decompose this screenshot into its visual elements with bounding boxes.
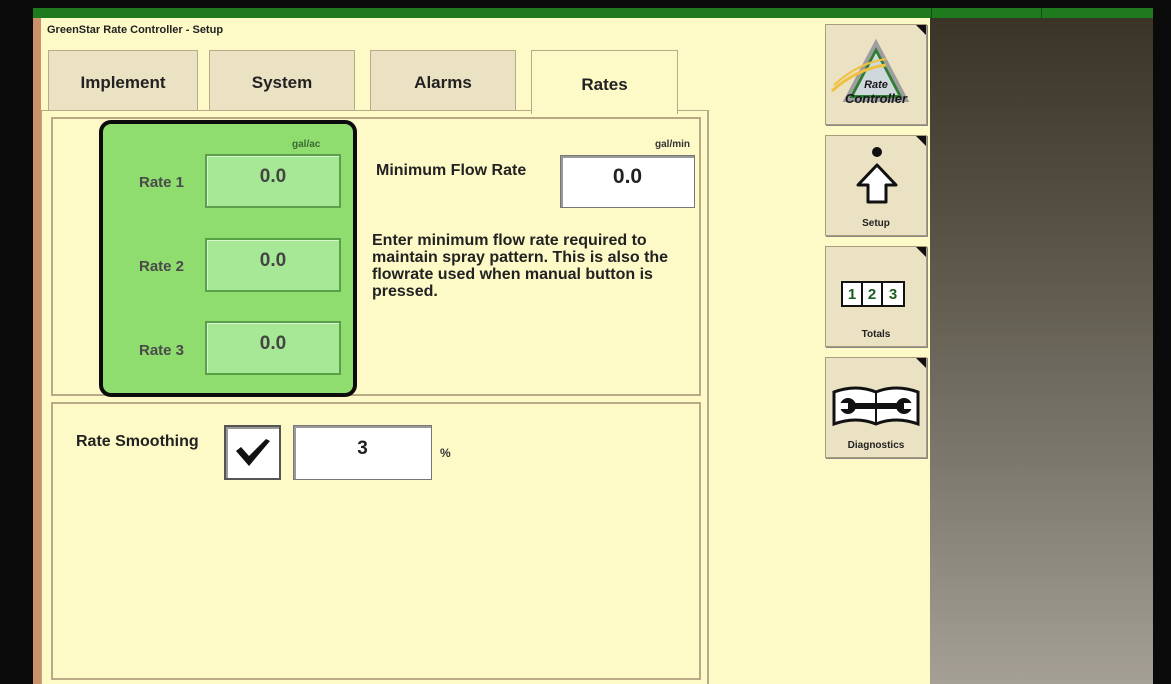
setup-button-label: Setup <box>862 218 890 229</box>
display-screen: GreenStar Rate Controller - Setup Implem… <box>0 0 1171 684</box>
rate-smoothing-unit: % <box>440 446 451 460</box>
svg-text:Rate: Rate <box>864 79 888 91</box>
status-bar-divider <box>1041 8 1042 18</box>
top-status-bar <box>33 8 1153 18</box>
tab-implement[interactable]: Implement <box>48 50 198 110</box>
right-frame <box>1153 0 1171 684</box>
left-frame <box>33 8 41 684</box>
totals-123-icon: 1 2 3 <box>841 281 905 307</box>
totals-digit: 2 <box>863 283 883 305</box>
setup-button[interactable]: Setup <box>825 135 927 236</box>
corner-indicator <box>916 25 926 35</box>
svg-text:Controller: Controller <box>845 91 908 106</box>
corner-indicator <box>916 358 926 368</box>
diagnostics-button[interactable]: Diagnostics <box>825 357 927 458</box>
rate-1-label: Rate 1 <box>139 174 185 191</box>
rate-controller-logo-icon: Rate Controller <box>830 38 910 106</box>
rate-controller-button[interactable]: Rate Controller <box>825 24 927 125</box>
right-camera-panel <box>930 18 1153 684</box>
totals-button-label: Totals <box>861 329 891 340</box>
rate-3-field[interactable]: 0.0 <box>205 321 341 375</box>
tab-alarms[interactable]: Alarms <box>370 50 516 110</box>
wrench-book-icon <box>832 386 920 427</box>
tab-content-right-border <box>707 110 709 684</box>
checkmark-icon <box>235 438 270 466</box>
minimum-flow-rate-field[interactable]: 0.0 <box>560 155 695 208</box>
totals-button[interactable]: 1 2 3 Totals <box>825 246 927 347</box>
corner-indicator <box>916 247 926 257</box>
minimum-flow-help-text: Enter minimum flow rate required to main… <box>372 232 669 300</box>
totals-digit: 1 <box>843 283 863 305</box>
setup-arrow-icon <box>856 147 898 204</box>
rate-smoothing-percent-field[interactable]: 3 <box>293 425 432 480</box>
tab-system[interactable]: System <box>209 50 355 110</box>
app-title: GreenStar Rate Controller - Setup <box>47 24 224 36</box>
rate-smoothing-checkbox[interactable] <box>224 425 281 480</box>
rates-unit-label: gal/ac <box>292 139 321 150</box>
rate-2-field[interactable]: 0.0 <box>205 238 341 292</box>
minimum-flow-unit-label: gal/min <box>655 139 691 150</box>
rate-smoothing-label: Rate Smoothing <box>76 433 199 450</box>
totals-digit: 3 <box>888 285 898 303</box>
minimum-flow-rate-label: Minimum Flow Rate <box>376 162 527 179</box>
rate-3-label: Rate 3 <box>139 342 185 359</box>
rate-1-field[interactable]: 0.0 <box>205 154 341 208</box>
status-bar-divider <box>931 8 932 18</box>
rate-2-label: Rate 2 <box>139 258 185 275</box>
diagnostics-button-label: Diagnostics <box>847 440 905 451</box>
tab-rates[interactable]: Rates <box>531 50 678 114</box>
